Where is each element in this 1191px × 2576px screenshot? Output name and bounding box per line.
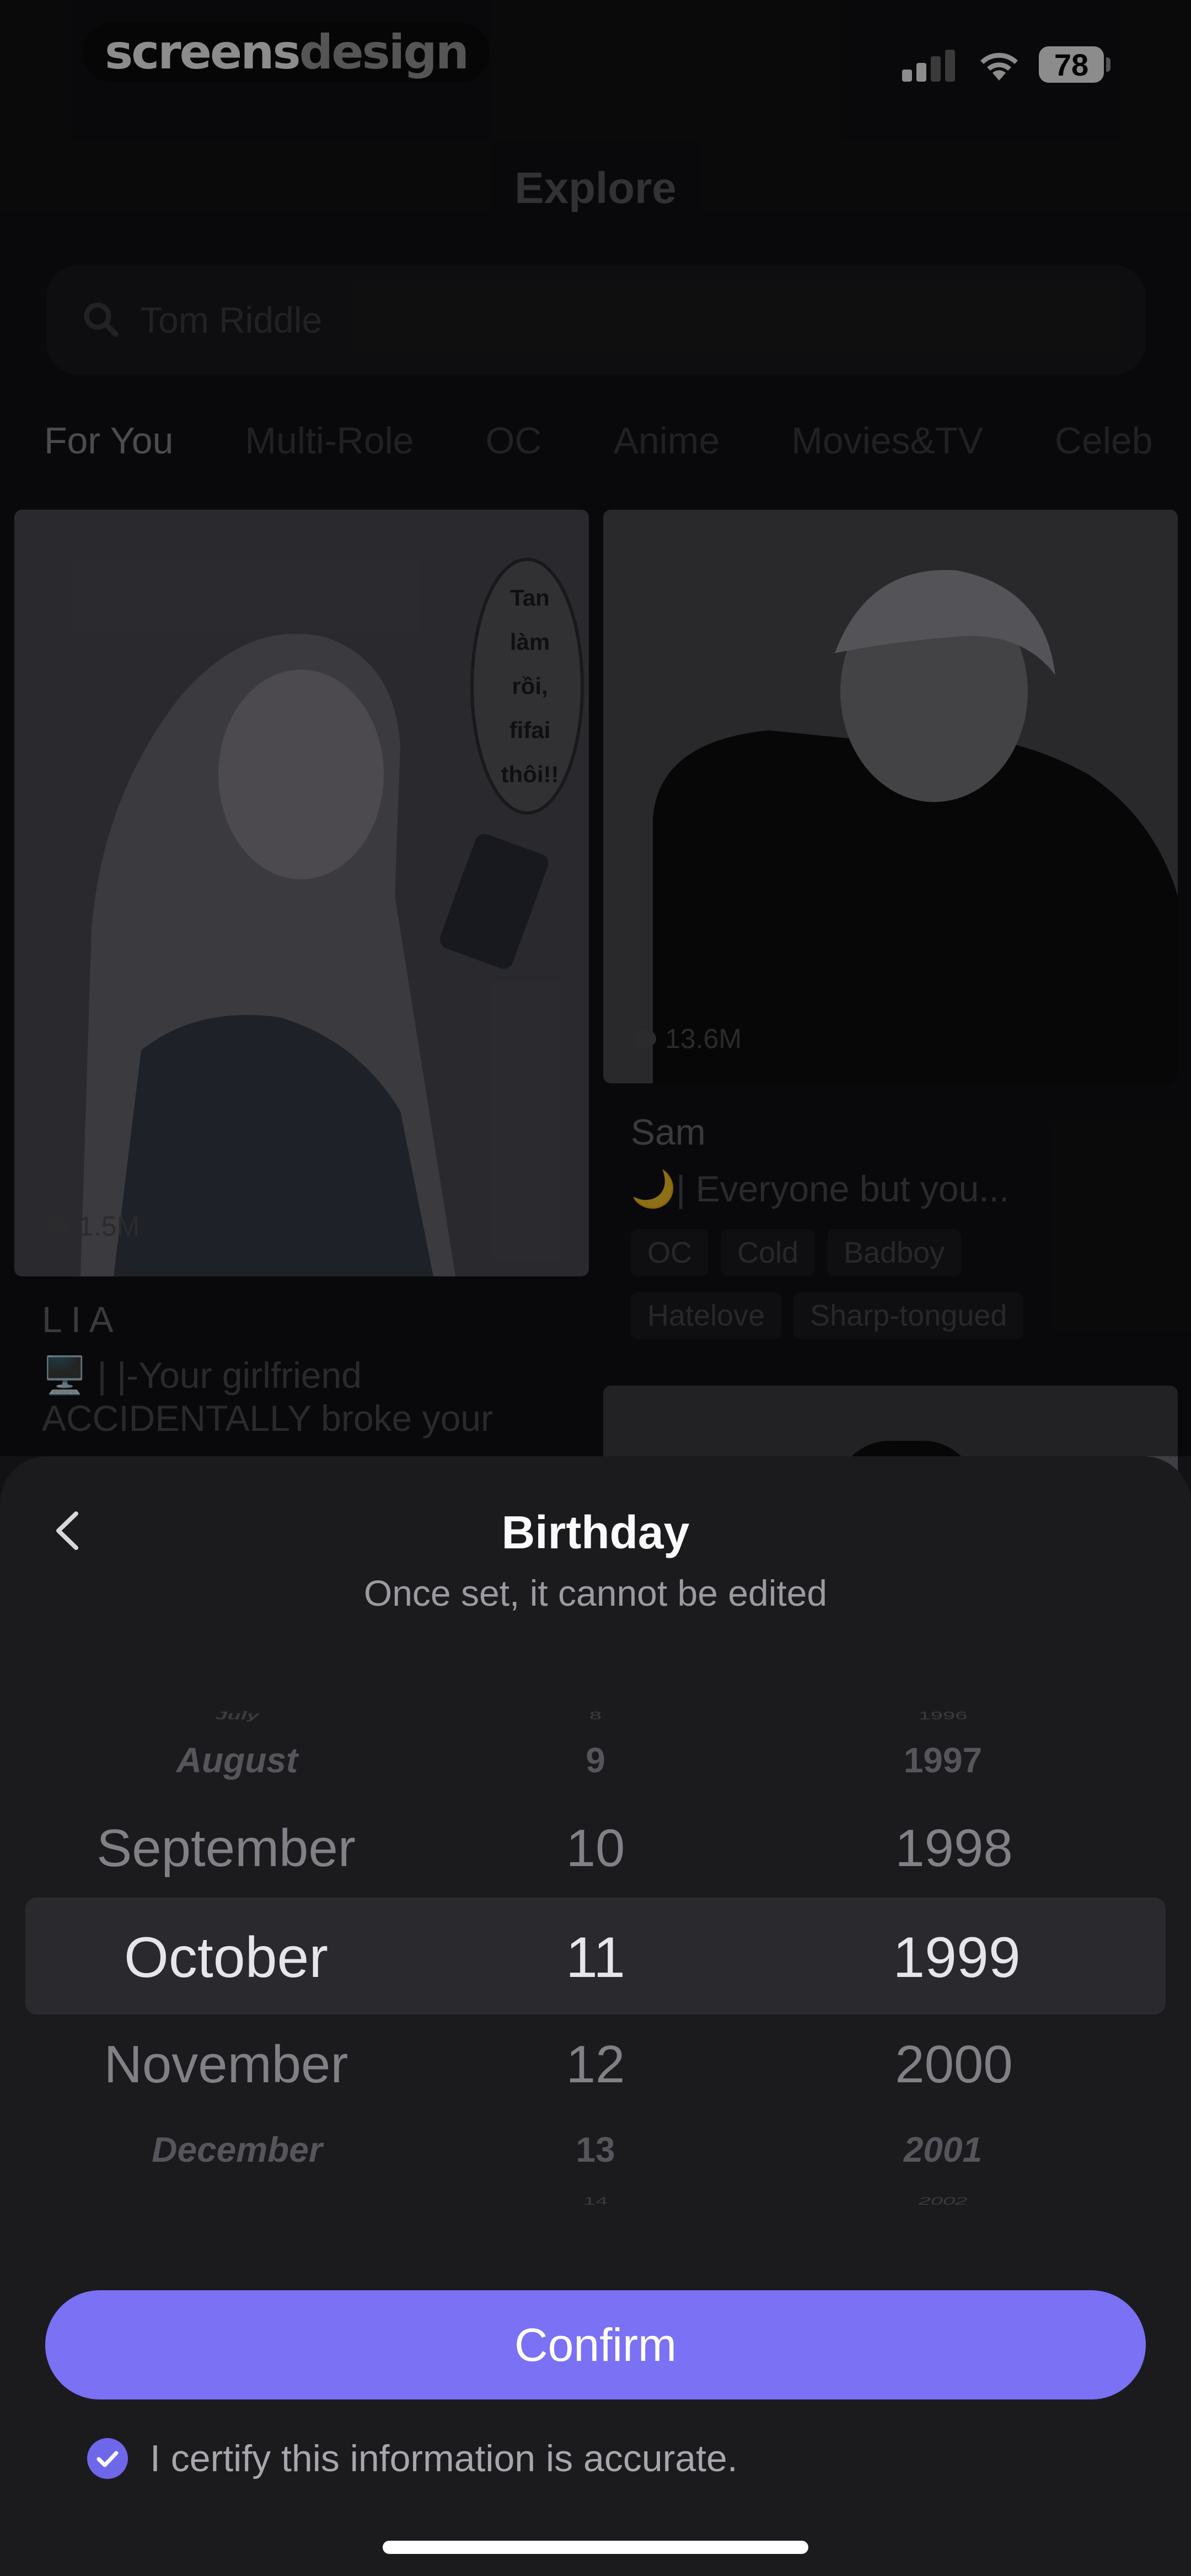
picker-option[interactable]: 8 xyxy=(485,1709,706,1722)
picker-option[interactable]: July xyxy=(55,1709,419,1722)
picker-option[interactable]: 2002 xyxy=(816,2195,1070,2206)
picker-option-selected[interactable]: 11 xyxy=(485,1925,706,1991)
certify-label: I certify this information is accurate. xyxy=(150,2438,738,2479)
picker-option[interactable]: 9 xyxy=(485,1740,706,1781)
certify-checkbox[interactable] xyxy=(87,2438,128,2479)
picker-option[interactable]: 2000 xyxy=(816,2034,1092,2095)
picker-option[interactable]: 2001 xyxy=(816,2129,1070,2170)
checkmark-icon xyxy=(96,2451,119,2467)
picker-option[interactable]: 13 xyxy=(485,2129,706,2170)
picker-option[interactable]: 1996 xyxy=(816,1709,1070,1722)
month-picker-column[interactable]: July August September October November D… xyxy=(55,1688,419,2206)
picker-option[interactable]: 12 xyxy=(485,2034,706,2095)
picker-option-selected[interactable]: October xyxy=(55,1925,408,1991)
day-picker-column[interactable]: 8 9 10 11 12 13 14 xyxy=(485,1688,706,2206)
picker-option[interactable]: November xyxy=(55,2034,408,2095)
picker-option[interactable]: 1998 xyxy=(816,1818,1092,1879)
picker-option[interactable]: December xyxy=(55,2129,419,2170)
sheet-subtitle: Once set, it cannot be edited xyxy=(363,1573,828,1613)
sheet-title: Birthday xyxy=(501,1506,690,1558)
home-indicator[interactable] xyxy=(383,2541,808,2554)
modal-scrim[interactable] xyxy=(0,0,1191,1456)
picker-option[interactable]: 14 xyxy=(485,2195,706,2206)
picker-option-selected[interactable]: 1999 xyxy=(816,1925,1097,1991)
picker-option[interactable]: 1997 xyxy=(816,1740,1070,1781)
picker-option[interactable]: September xyxy=(55,1818,408,1879)
year-picker-column[interactable]: 1996 1997 1998 1999 2000 2001 2002 xyxy=(816,1688,1103,2206)
picker-option[interactable]: 10 xyxy=(485,1818,706,1879)
confirm-button[interactable]: Confirm xyxy=(45,2290,1146,2399)
picker-option[interactable]: August xyxy=(55,1740,419,1781)
